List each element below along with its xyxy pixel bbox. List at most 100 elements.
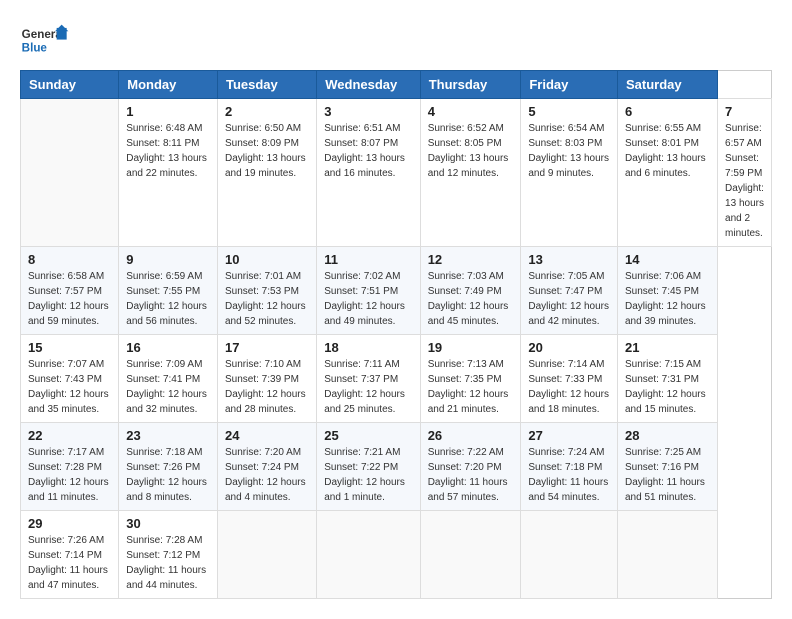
calendar-cell: 15 Sunrise: 7:07 AMSunset: 7:43 PMDayligh… bbox=[21, 335, 119, 423]
calendar-cell bbox=[420, 511, 521, 599]
day-number: 29 bbox=[28, 516, 111, 531]
calendar-cell: 10 Sunrise: 7:01 AMSunset: 7:53 PMDayligh… bbox=[217, 247, 316, 335]
calendar-cell: 9 Sunrise: 6:59 AMSunset: 7:55 PMDaylight… bbox=[119, 247, 218, 335]
day-number: 19 bbox=[428, 340, 514, 355]
day-header: Tuesday bbox=[217, 71, 316, 99]
day-info: Sunrise: 7:09 AMSunset: 7:41 PMDaylight:… bbox=[126, 357, 210, 417]
calendar-cell: 20Sunrise: 7:14 AMSunset: 7:33 PMDayligh… bbox=[521, 335, 618, 423]
calendar-cell bbox=[21, 99, 119, 247]
calendar-cell: 17 Sunrise: 7:10 AMSunset: 7:39 PMDayligh… bbox=[217, 335, 316, 423]
day-header: Thursday bbox=[420, 71, 521, 99]
day-number: 14 bbox=[625, 252, 710, 267]
day-number: 21 bbox=[625, 340, 710, 355]
day-header: Wednesday bbox=[317, 71, 420, 99]
day-info: Sunrise: 7:01 AMSunset: 7:53 PMDaylight:… bbox=[225, 269, 309, 329]
day-number: 26 bbox=[428, 428, 514, 443]
calendar-cell: 21Sunrise: 7:15 AMSunset: 7:31 PMDayligh… bbox=[617, 335, 717, 423]
day-number: 8 bbox=[28, 252, 111, 267]
day-number: 12 bbox=[428, 252, 514, 267]
calendar-cell: 18 Sunrise: 7:11 AMSunset: 7:37 PMDayligh… bbox=[317, 335, 420, 423]
day-number: 2 bbox=[225, 104, 309, 119]
calendar-cell: 30Sunrise: 7:28 AMSunset: 7:12 PMDayligh… bbox=[119, 511, 218, 599]
day-info: Sunrise: 6:58 AMSunset: 7:57 PMDaylight:… bbox=[28, 269, 111, 329]
day-number: 27 bbox=[528, 428, 610, 443]
day-info: Sunrise: 7:14 AMSunset: 7:33 PMDaylight:… bbox=[528, 357, 610, 417]
calendar-cell: 24Sunrise: 7:20 AMSunset: 7:24 PMDayligh… bbox=[217, 423, 316, 511]
calendar-header-row: SundayMondayTuesdayWednesdayThursdayFrid… bbox=[21, 71, 772, 99]
day-info: Sunrise: 6:52 AMSunset: 8:05 PMDaylight:… bbox=[428, 121, 514, 181]
calendar-week-row: 8 Sunrise: 6:58 AMSunset: 7:57 PMDaylight… bbox=[21, 247, 772, 335]
day-info: Sunrise: 6:54 AMSunset: 8:03 PMDaylight:… bbox=[528, 121, 610, 181]
day-info: Sunrise: 7:03 AMSunset: 7:49 PMDaylight:… bbox=[428, 269, 514, 329]
day-header: Friday bbox=[521, 71, 618, 99]
day-number: 10 bbox=[225, 252, 309, 267]
day-info: Sunrise: 7:17 AMSunset: 7:28 PMDaylight:… bbox=[28, 445, 111, 505]
svg-text:Blue: Blue bbox=[22, 41, 48, 54]
day-info: Sunrise: 6:51 AMSunset: 8:07 PMDaylight:… bbox=[324, 121, 412, 181]
day-info: Sunrise: 7:05 AMSunset: 7:47 PMDaylight:… bbox=[528, 269, 610, 329]
calendar-table: SundayMondayTuesdayWednesdayThursdayFrid… bbox=[20, 70, 772, 599]
day-number: 7 bbox=[725, 104, 764, 119]
calendar-cell: 1 Sunrise: 6:48 AMSunset: 8:11 PMDaylight… bbox=[119, 99, 218, 247]
day-number: 22 bbox=[28, 428, 111, 443]
calendar-cell: 2 Sunrise: 6:50 AMSunset: 8:09 PMDaylight… bbox=[217, 99, 316, 247]
day-header: Sunday bbox=[21, 71, 119, 99]
day-number: 6 bbox=[625, 104, 710, 119]
calendar-cell: 8 Sunrise: 6:58 AMSunset: 7:57 PMDaylight… bbox=[21, 247, 119, 335]
day-header: Saturday bbox=[617, 71, 717, 99]
calendar-cell: 12 Sunrise: 7:03 AMSunset: 7:49 PMDayligh… bbox=[420, 247, 521, 335]
day-number: 28 bbox=[625, 428, 710, 443]
calendar-cell: 27 Sunrise: 7:24 AMSunset: 7:18 PMDayligh… bbox=[521, 423, 618, 511]
day-number: 5 bbox=[528, 104, 610, 119]
calendar-week-row: 15 Sunrise: 7:07 AMSunset: 7:43 PMDayligh… bbox=[21, 335, 772, 423]
day-info: Sunrise: 7:06 AMSunset: 7:45 PMDaylight:… bbox=[625, 269, 710, 329]
day-number: 1 bbox=[126, 104, 210, 119]
day-info: Sunrise: 7:10 AMSunset: 7:39 PMDaylight:… bbox=[225, 357, 309, 417]
day-info: Sunrise: 7:18 AMSunset: 7:26 PMDaylight:… bbox=[126, 445, 210, 505]
day-number: 13 bbox=[528, 252, 610, 267]
calendar-week-row: 29 Sunrise: 7:26 AMSunset: 7:14 PMDayligh… bbox=[21, 511, 772, 599]
calendar-cell: 7 Sunrise: 6:57 AMSunset: 7:59 PMDaylight… bbox=[718, 99, 772, 247]
calendar-cell: 22 Sunrise: 7:17 AMSunset: 7:28 PMDayligh… bbox=[21, 423, 119, 511]
calendar-week-row: 22 Sunrise: 7:17 AMSunset: 7:28 PMDayligh… bbox=[21, 423, 772, 511]
day-info: Sunrise: 7:20 AMSunset: 7:24 PMDaylight:… bbox=[225, 445, 309, 505]
day-info: Sunrise: 7:22 AMSunset: 7:20 PMDaylight:… bbox=[428, 445, 514, 505]
day-number: 9 bbox=[126, 252, 210, 267]
day-info: Sunrise: 6:50 AMSunset: 8:09 PMDaylight:… bbox=[225, 121, 309, 181]
day-number: 16 bbox=[126, 340, 210, 355]
day-info: Sunrise: 7:21 AMSunset: 7:22 PMDaylight:… bbox=[324, 445, 412, 505]
day-info: Sunrise: 7:26 AMSunset: 7:14 PMDaylight:… bbox=[28, 533, 111, 593]
calendar-cell: 5 Sunrise: 6:54 AMSunset: 8:03 PMDaylight… bbox=[521, 99, 618, 247]
day-number: 15 bbox=[28, 340, 111, 355]
day-header: Monday bbox=[119, 71, 218, 99]
day-info: Sunrise: 7:25 AMSunset: 7:16 PMDaylight:… bbox=[625, 445, 710, 505]
day-number: 18 bbox=[324, 340, 412, 355]
day-number: 11 bbox=[324, 252, 412, 267]
page-header: General Blue bbox=[20, 20, 772, 60]
calendar-week-row: 1 Sunrise: 6:48 AMSunset: 8:11 PMDaylight… bbox=[21, 99, 772, 247]
day-info: Sunrise: 7:07 AMSunset: 7:43 PMDaylight:… bbox=[28, 357, 111, 417]
calendar-cell: 29 Sunrise: 7:26 AMSunset: 7:14 PMDayligh… bbox=[21, 511, 119, 599]
calendar-cell: 3 Sunrise: 6:51 AMSunset: 8:07 PMDaylight… bbox=[317, 99, 420, 247]
calendar-cell bbox=[217, 511, 316, 599]
calendar-cell: 25Sunrise: 7:21 AMSunset: 7:22 PMDayligh… bbox=[317, 423, 420, 511]
calendar-cell: 28 Sunrise: 7:25 AMSunset: 7:16 PMDayligh… bbox=[617, 423, 717, 511]
calendar-cell bbox=[521, 511, 618, 599]
day-info: Sunrise: 7:11 AMSunset: 7:37 PMDaylight:… bbox=[324, 357, 412, 417]
day-info: Sunrise: 7:24 AMSunset: 7:18 PMDaylight:… bbox=[528, 445, 610, 505]
calendar-cell: 6 Sunrise: 6:55 AMSunset: 8:01 PMDaylight… bbox=[617, 99, 717, 247]
logo: General Blue bbox=[20, 20, 70, 60]
day-number: 3 bbox=[324, 104, 412, 119]
day-info: Sunrise: 6:55 AMSunset: 8:01 PMDaylight:… bbox=[625, 121, 710, 181]
calendar-cell: 23 Sunrise: 7:18 AMSunset: 7:26 PMDayligh… bbox=[119, 423, 218, 511]
day-number: 4 bbox=[428, 104, 514, 119]
calendar-cell: 4 Sunrise: 6:52 AMSunset: 8:05 PMDaylight… bbox=[420, 99, 521, 247]
day-number: 17 bbox=[225, 340, 309, 355]
day-info: Sunrise: 6:48 AMSunset: 8:11 PMDaylight:… bbox=[126, 121, 210, 181]
day-number: 23 bbox=[126, 428, 210, 443]
day-info: Sunrise: 6:57 AMSunset: 7:59 PMDaylight:… bbox=[725, 121, 764, 241]
calendar-cell bbox=[317, 511, 420, 599]
calendar-cell: 19Sunrise: 7:13 AMSunset: 7:35 PMDayligh… bbox=[420, 335, 521, 423]
calendar-cell bbox=[617, 511, 717, 599]
day-info: Sunrise: 6:59 AMSunset: 7:55 PMDaylight:… bbox=[126, 269, 210, 329]
